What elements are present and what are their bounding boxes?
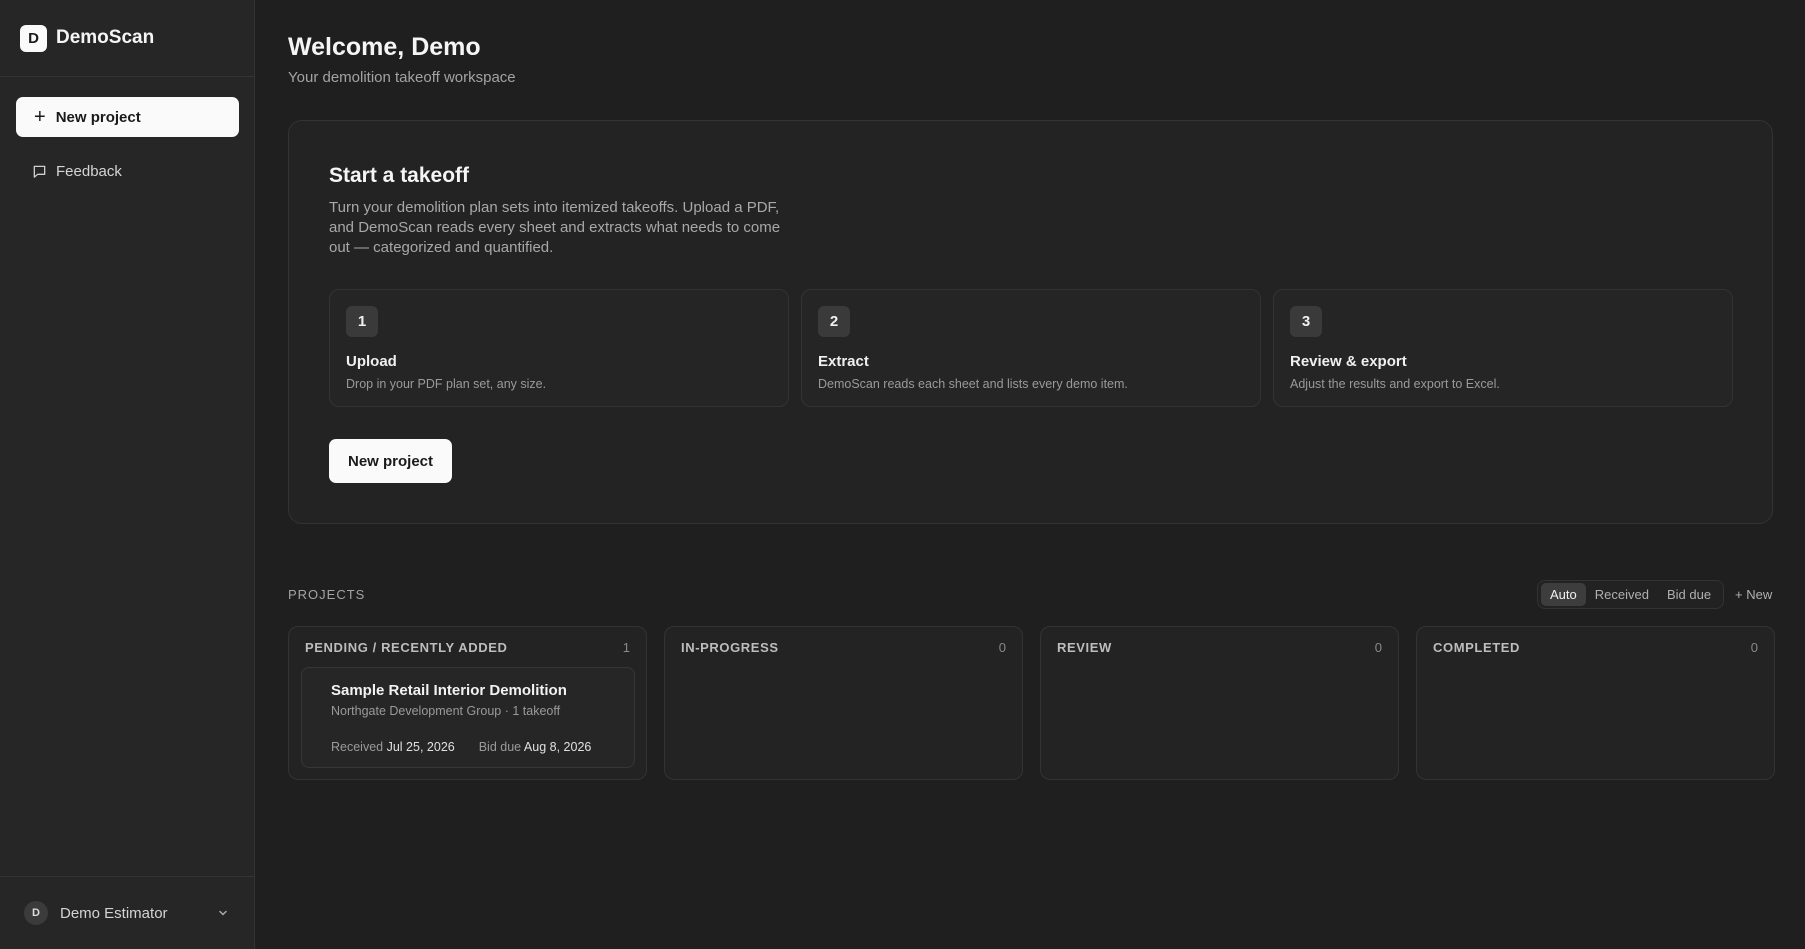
column-count: 0 <box>1750 640 1758 655</box>
sidebar: D DemoScan + New project Feedback D Demo… <box>0 0 255 949</box>
step-review-export: 3 Review & export Adjust the results and… <box>1273 289 1733 407</box>
start-new-project-button[interactable]: New project <box>329 439 452 483</box>
sort-toggle: Auto Received Bid due <box>1537 580 1725 609</box>
message-icon <box>33 165 46 178</box>
column-title: REVIEW <box>1057 640 1112 655</box>
brand-name: DemoScan <box>56 27 155 48</box>
column-pending: PENDING / RECENTLY ADDED 1 Sample Retail… <box>288 626 647 780</box>
chevron-down-icon <box>219 910 227 916</box>
feedback-link[interactable]: Feedback <box>32 160 122 182</box>
step-number: 3 <box>1290 306 1322 337</box>
column-completed: COMPLETED 0 <box>1416 626 1775 780</box>
column-review: REVIEW 0 <box>1040 626 1399 780</box>
step-extract: 2 Extract DemoScan reads each sheet and … <box>801 289 1261 407</box>
column-count: 1 <box>622 640 630 655</box>
add-project-link[interactable]: + New <box>1735 587 1772 602</box>
project-subtitle: Northgate Development Group · 1 takeoff <box>331 704 561 718</box>
step-description: Adjust the results and export to Excel. <box>1290 377 1500 391</box>
step-title: Upload <box>346 353 397 370</box>
plus-icon: + <box>34 106 46 128</box>
start-takeoff-card: Start a takeoff Turn your demolition pla… <box>288 120 1773 524</box>
column-count: 0 <box>998 640 1006 655</box>
sort-received-button[interactable]: Received <box>1586 583 1658 606</box>
bid-due-date: Bid due Aug 8, 2026 <box>478 740 592 754</box>
step-title: Review & export <box>1290 353 1407 370</box>
avatar: D <box>24 901 48 925</box>
step-description: DemoScan reads each sheet and lists ever… <box>818 377 1128 391</box>
steps: 1 Upload Drop in your PDF plan set, any … <box>329 289 1733 407</box>
step-number: 2 <box>818 306 850 337</box>
new-project-button[interactable]: + New project <box>16 97 239 137</box>
start-title: Start a takeoff <box>329 164 470 187</box>
page-subtitle: Your demolition takeoff workspace <box>288 69 516 86</box>
user-name: Demo Estimator <box>60 904 168 922</box>
step-upload: 1 Upload Drop in your PDF plan set, any … <box>329 289 789 407</box>
page-title: Welcome, Demo <box>288 33 481 61</box>
project-title: Sample Retail Interior Demolition <box>331 682 567 699</box>
step-number: 1 <box>346 306 378 337</box>
user-menu[interactable]: D Demo Estimator <box>0 876 255 949</box>
sort-auto-button[interactable]: Auto <box>1541 583 1586 606</box>
sort-bid-due-button[interactable]: Bid due <box>1658 583 1720 606</box>
step-description: Drop in your PDF plan set, any size. <box>346 377 547 391</box>
brand[interactable]: D DemoScan <box>0 0 254 77</box>
kanban-board: PENDING / RECENTLY ADDED 1 Sample Retail… <box>288 626 1775 780</box>
project-dates: Received Jul 25, 2026 Bid due Aug 8, 202… <box>331 740 591 754</box>
received-date: Received Jul 25, 2026 <box>331 740 455 754</box>
feedback-label: Feedback <box>56 162 122 180</box>
column-in-progress: IN-PROGRESS 0 <box>664 626 1023 780</box>
column-title: PENDING / RECENTLY ADDED <box>305 640 508 655</box>
start-description: Turn your demolition plan sets into item… <box>329 199 781 256</box>
column-title: COMPLETED <box>1433 640 1521 655</box>
projects-header: PROJECTS <box>288 587 366 602</box>
brand-logo: D <box>20 24 47 52</box>
column-count: 0 <box>1374 640 1382 655</box>
step-title: Extract <box>818 353 869 370</box>
column-title: IN-PROGRESS <box>681 640 779 655</box>
new-project-label: New project <box>55 108 141 126</box>
project-card[interactable]: Sample Retail Interior Demolition Northg… <box>301 667 635 768</box>
